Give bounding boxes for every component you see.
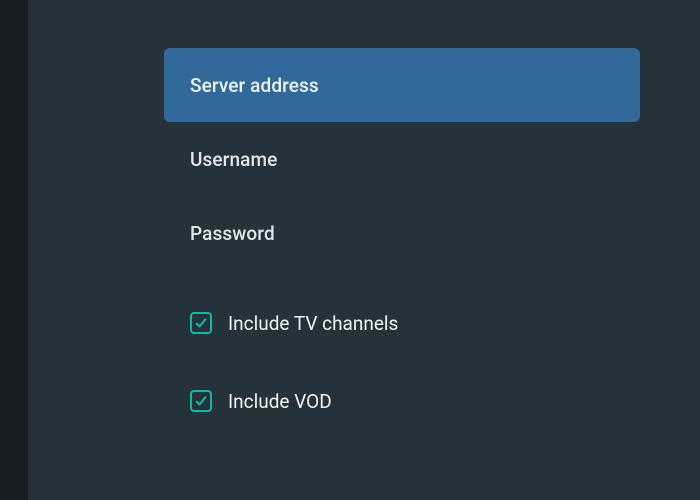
row-password[interactable]: Password — [164, 196, 640, 270]
option-label: Include VOD — [228, 390, 332, 413]
settings-list: Server address Username Password Include… — [164, 48, 640, 436]
row-label: Password — [190, 222, 275, 245]
settings-panel: Server address Username Password Include… — [120, 0, 700, 500]
gutter-mid — [28, 0, 120, 500]
row-label: Server address — [190, 74, 319, 97]
option-include-vod[interactable]: Include VOD — [164, 366, 640, 436]
checkbox-icon — [190, 390, 212, 412]
checkbox-icon — [190, 312, 212, 334]
option-include-tv-channels[interactable]: Include TV channels — [164, 288, 640, 358]
row-username[interactable]: Username — [164, 122, 640, 196]
option-label: Include TV channels — [228, 312, 398, 335]
gutter-dark — [0, 0, 28, 500]
row-server-address[interactable]: Server address — [164, 48, 640, 122]
app-root: Server address Username Password Include… — [0, 0, 700, 500]
row-label: Username — [190, 148, 277, 171]
